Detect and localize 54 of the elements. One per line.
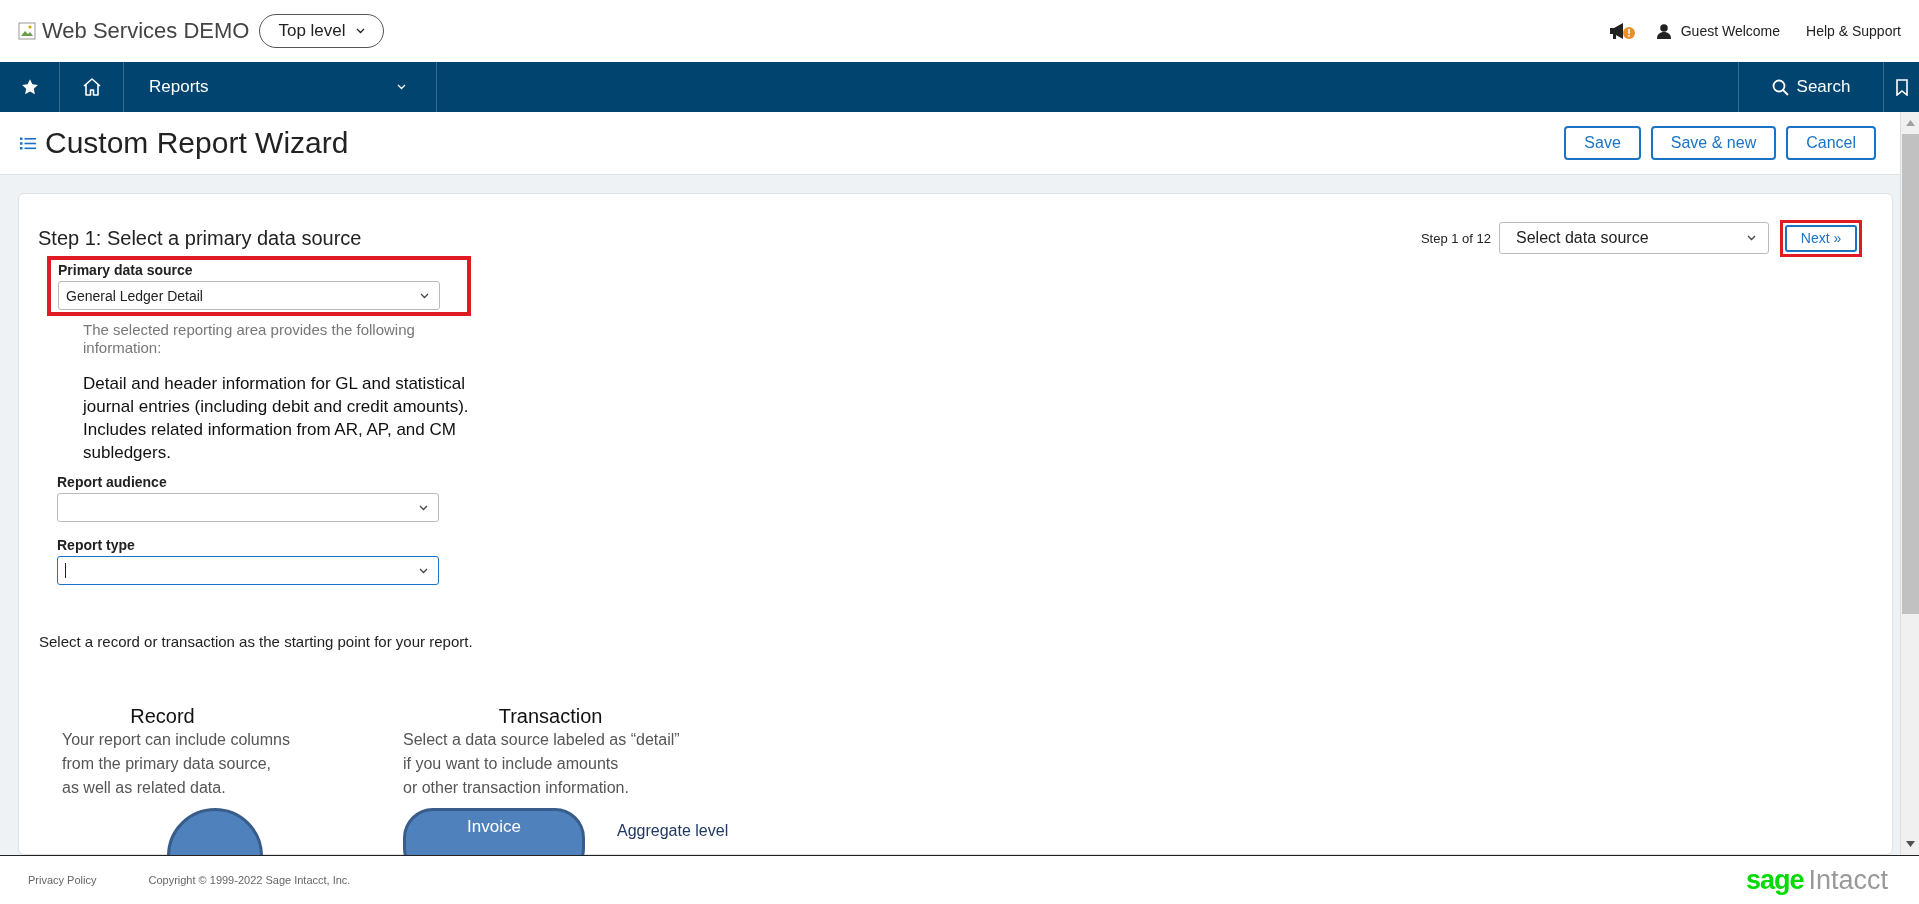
chevron-down-icon <box>420 292 429 299</box>
header-button[interactable]: Cancel <box>1786 126 1876 160</box>
user-link[interactable]: Guest Welcome <box>1680 23 1781 39</box>
next-button[interactable]: Next » <box>1785 224 1857 252</box>
logo-text: Intacct <box>1808 864 1888 896</box>
description-text: Detail and header information for GL and statistical journal entries (including debit and credit amounts). Includes related information from AR, AP, and CM subledgers. <box>83 373 470 464</box>
privacy-link[interactable]: Privacy Policy <box>28 874 97 886</box>
field-label: Report audience <box>57 474 168 490</box>
chevron-down-icon <box>419 567 428 574</box>
diagram-text: from the primary data source, <box>62 754 272 774</box>
scroll-down-icon[interactable] <box>1905 841 1915 847</box>
copyright-text: Copyright © 1999-2022 Sage Intacct, Inc. <box>148 874 351 886</box>
step-counter: Step 1 of 12 <box>1420 230 1491 246</box>
diagram-text: Your report can include columns <box>62 730 291 750</box>
info-text: The selected reporting area provides the following information: <box>83 321 416 357</box>
chevron-down-icon <box>397 84 406 90</box>
help-link[interactable]: Help & Support <box>1806 23 1901 39</box>
app-title: Web Services DEMO <box>42 18 250 44</box>
megaphone-icon[interactable] <box>1608 22 1637 40</box>
data-source-dropdown[interactable]: General Ledger Detail <box>58 281 440 310</box>
page-title: Custom Report Wizard <box>45 126 349 160</box>
step-dropdown[interactable]: Select data source <box>1499 222 1769 254</box>
search-button[interactable]: Search <box>1738 62 1884 112</box>
diagram-text: if you want to include amounts <box>403 754 620 774</box>
list-icon[interactable] <box>20 136 36 150</box>
star-icon <box>20 78 39 96</box>
diagram-text: as well as related data. <box>62 778 227 798</box>
logo-text: sage <box>1745 864 1804 896</box>
diagram-label: Aggregate level <box>617 822 729 840</box>
chevron-down-icon <box>419 504 428 511</box>
scrollbar-thumb[interactable] <box>1901 134 1919 614</box>
chevron-down-icon <box>355 28 365 34</box>
diagram-text: or other transaction information. <box>403 778 630 798</box>
diagram-text: Select a data source labeled as “detail” <box>403 730 681 750</box>
dropdown[interactable] <box>57 556 439 585</box>
invoice-shape: Invoice <box>403 808 585 855</box>
search-icon <box>1771 78 1789 96</box>
scrollbar[interactable] <box>1900 112 1919 855</box>
field-label: Report type <box>57 537 136 553</box>
instruction-text: Select a record or transaction as the starting point for your report. <box>39 633 474 650</box>
reports-menu[interactable]: Reports <box>124 62 437 112</box>
step-title: Step 1: Select a primary data source <box>38 226 362 250</box>
broken-image-icon <box>18 22 36 40</box>
text-cursor <box>65 563 66 578</box>
header-button[interactable]: Save & new <box>1650 126 1777 160</box>
chevron-down-icon <box>1747 235 1756 241</box>
header-button[interactable]: Save <box>1564 126 1641 160</box>
bookmark-icon <box>1895 78 1908 96</box>
diagram-heading: Transaction <box>498 705 603 728</box>
home-icon <box>81 77 102 97</box>
field-label: Primary data source <box>58 262 194 278</box>
diagram-heading: Record <box>130 705 195 728</box>
level-dropdown[interactable]: Top level <box>259 14 384 48</box>
user-icon <box>1656 23 1671 39</box>
